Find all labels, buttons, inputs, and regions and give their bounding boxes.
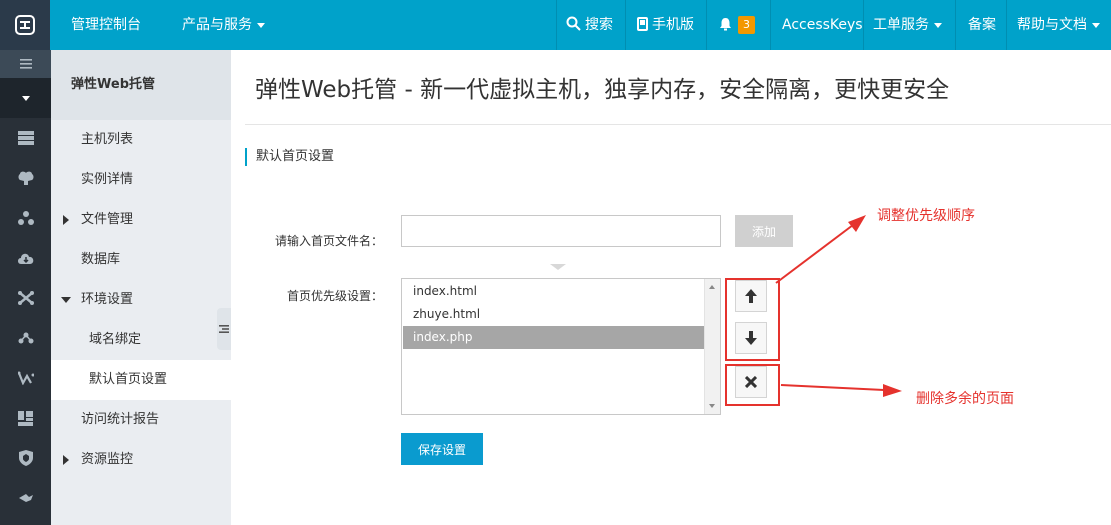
tickets-menu[interactable]: 工单服务 (873, 0, 942, 50)
sidebar-item-file-management[interactable]: 文件管理 (51, 200, 231, 240)
add-button[interactable]: 添加 (735, 215, 793, 247)
sidebar-item-default-homepage[interactable]: 默认首页设置 (51, 360, 231, 400)
delete-arrowhead-icon (883, 384, 902, 397)
list-item[interactable]: index.html (403, 280, 705, 303)
sidebar-item-label: 资源监控 (81, 452, 134, 467)
tool-icon (18, 494, 33, 502)
top-bar: 管理控制台 产品与服务 搜索 手机版 3 AccessKeys 工单服务 备案 … (0, 0, 1111, 50)
list-item-selected[interactable]: index.php (403, 326, 705, 349)
caret-right-icon (63, 215, 69, 225)
sidebar-item-label: 文件管理 (81, 212, 134, 227)
scroll-up-icon[interactable] (709, 285, 715, 289)
sidebar-item-access-stats[interactable]: 访问统计报告 (51, 400, 231, 440)
products-menu[interactable]: 产品与服务 (182, 0, 265, 50)
homepage-filename-input[interactable] (401, 215, 721, 247)
rail-tool[interactable] (0, 478, 51, 518)
server-icon (17, 131, 34, 145)
filename-label: 请输入首页文件名： (274, 234, 383, 248)
cloud-icon (17, 253, 33, 264)
sidebar-item-host-list[interactable]: 主机列表 (51, 120, 231, 160)
menu-icon (19, 59, 32, 69)
scroll-down-icon[interactable] (709, 404, 715, 408)
sidebar-item-label: 环境设置 (81, 292, 134, 307)
logo[interactable] (0, 0, 50, 50)
down-arrow-icon (550, 264, 566, 270)
beian-link[interactable]: 备案 (968, 0, 996, 50)
rail-cloud[interactable] (0, 238, 51, 278)
close-icon (745, 376, 757, 388)
chart-icon (17, 371, 34, 385)
chevron-down-icon (1092, 22, 1100, 28)
rail-dropdown[interactable] (0, 78, 51, 118)
page-title: 弹性Web托管 - 新一代虚拟主机，独享内存，安全隔离，更快更安全 (255, 77, 950, 103)
delete-arrow-line (780, 384, 885, 391)
rail-brain[interactable] (0, 158, 51, 198)
search-label: 搜索 (585, 17, 613, 33)
help-label: 帮助与文档 (1017, 17, 1087, 33)
layout-icon (18, 410, 33, 426)
notification-badge: 3 (738, 16, 755, 34)
products-label: 产品与服务 (182, 17, 252, 33)
help-menu[interactable]: 帮助与文档 (1017, 0, 1100, 50)
priority-annotation: 调整优先级顺序 (877, 208, 975, 224)
rail-network[interactable] (0, 318, 51, 358)
save-settings-button[interactable]: 保存设置 (401, 433, 483, 465)
rail-layout[interactable] (0, 398, 51, 438)
arrow-up-icon (745, 289, 757, 303)
brain-icon (18, 171, 33, 185)
mobile-icon (637, 17, 648, 31)
move-up-button[interactable] (735, 280, 767, 312)
icon-rail (0, 50, 51, 525)
rail-shuffle[interactable] (0, 278, 51, 318)
notification-button[interactable]: 3 (719, 0, 755, 50)
sidebar-item-resource-monitor[interactable]: 资源监控 (51, 440, 231, 480)
sidebar-item-instance-details[interactable]: 实例详情 (51, 160, 231, 200)
mobile-link[interactable]: 手机版 (637, 0, 694, 50)
caret-down-icon (61, 297, 71, 303)
move-down-button[interactable] (735, 322, 767, 354)
search-icon (566, 16, 581, 31)
chevron-down-icon (934, 22, 942, 28)
sidebar-item-environment[interactable]: 环境设置 (51, 280, 231, 320)
rail-server[interactable] (0, 118, 51, 158)
sidebar-title: 弹性Web托管 (51, 50, 231, 120)
cluster-icon (17, 211, 34, 225)
chevron-down-icon (257, 22, 265, 28)
priority-label: 首页优先级设置： (286, 289, 383, 303)
delete-button[interactable] (735, 366, 767, 398)
priority-arrowhead-icon (848, 215, 866, 232)
homepage-priority-list[interactable]: index.html zhuye.html index.php (401, 278, 721, 415)
sidebar-collapse-handle[interactable] (217, 308, 231, 350)
network-icon (18, 332, 33, 344)
rail-cluster[interactable] (0, 198, 51, 238)
bell-icon (720, 18, 731, 31)
caret-right-icon (63, 455, 69, 465)
search-button[interactable]: 搜索 (566, 0, 613, 50)
arrow-down-icon (745, 331, 757, 345)
rail-shield[interactable] (0, 438, 51, 478)
mobile-label: 手机版 (652, 17, 694, 33)
accesskeys-link[interactable]: AccessKeys (782, 0, 863, 50)
sidebar: 弹性Web托管 主机列表 实例详情 文件管理 数据库 环境设置 域名绑定 默认首… (51, 50, 231, 525)
delete-annotation: 删除多余的页面 (916, 391, 1014, 407)
shuffle-icon (17, 291, 34, 305)
shield-icon (18, 450, 33, 466)
list-scrollbar[interactable] (704, 279, 720, 414)
sidebar-item-database[interactable]: 数据库 (51, 240, 231, 280)
dropdown-icon (21, 95, 30, 101)
logo-icon (15, 15, 35, 35)
console-link[interactable]: 管理控制台 (71, 0, 141, 50)
section-title: 默认首页设置 (245, 148, 334, 166)
title-divider (245, 124, 1111, 125)
sidebar-item-domain-binding[interactable]: 域名绑定 (51, 320, 231, 360)
rail-chart[interactable] (0, 358, 51, 398)
collapse-icon (219, 325, 229, 333)
list-item[interactable]: zhuye.html (403, 303, 705, 326)
tickets-label: 工单服务 (873, 17, 929, 33)
menu-toggle[interactable] (0, 50, 51, 78)
